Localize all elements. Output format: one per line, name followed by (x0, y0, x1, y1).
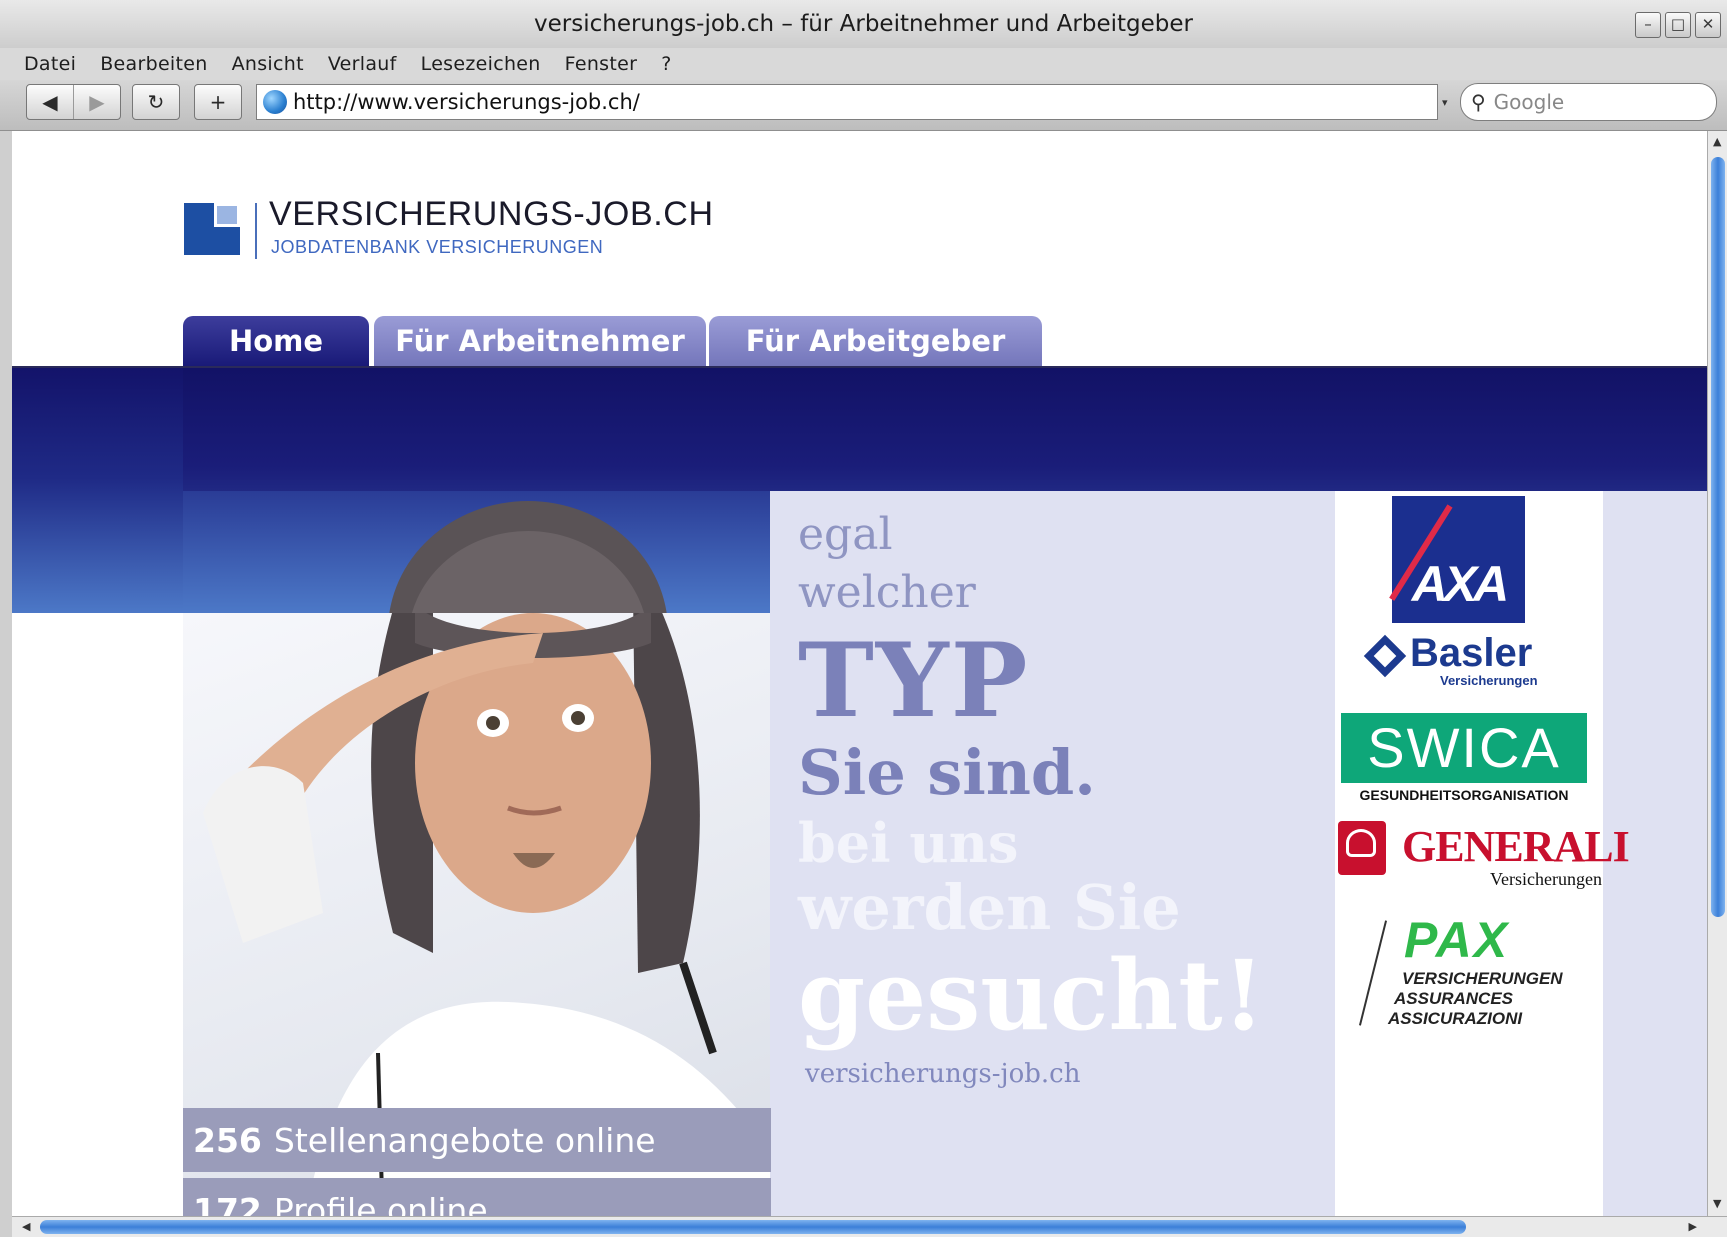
pax-logo-text: PAX (1404, 912, 1510, 968)
slogan-line-2: welcher (798, 567, 976, 618)
minimize-button[interactable]: – (1635, 12, 1661, 38)
reload-group: ↻ (132, 84, 180, 120)
new-tab-group: + (194, 84, 242, 120)
new-tab-button[interactable]: + (195, 85, 241, 119)
basler-logo-text: Basler (1410, 631, 1533, 675)
menu-ansicht[interactable]: Ansicht (232, 53, 304, 75)
pax-logo-subtext-3: ASSICURAZIONI (1388, 1009, 1523, 1028)
address-bar[interactable]: http://www.versicherungs-job.ch/ (256, 84, 1438, 120)
horizontal-scroll-thumb[interactable] (40, 1220, 1466, 1234)
url-dropdown-icon[interactable]: ▾ (1442, 96, 1448, 109)
reload-button[interactable]: ↻ (133, 85, 179, 119)
search-icon[interactable]: ⚲ (1471, 90, 1486, 114)
site-logo-title[interactable]: VERSICHERUNGS-JOB.CH (269, 195, 714, 234)
swica-logo-subtext: GESUNDHEITSORGANISATION (1359, 787, 1569, 803)
nav-button-group: ◀ ▶ (26, 84, 121, 120)
tab-fuer-arbeitgeber[interactable]: Für Arbeitgeber (709, 316, 1042, 366)
stat-jobs-online[interactable]: 256 Stellenangebote online (183, 1108, 771, 1172)
scroll-up-icon[interactable]: ▲ (1713, 135, 1721, 148)
basler-logo[interactable]: Basler Versicherungen (1363, 631, 1560, 691)
menu-fenster[interactable]: Fenster (565, 53, 638, 75)
pax-logo-subtext-2: ASSURANCES (1394, 989, 1514, 1008)
menu-datei[interactable]: Datei (24, 53, 76, 75)
window-controls: – □ ✕ (1635, 12, 1721, 38)
stat-jobs-label: Stellenangebote online (273, 1120, 656, 1160)
slogan-line-1: egal (798, 509, 893, 560)
globe-icon (263, 90, 287, 114)
search-placeholder: Google (1493, 90, 1565, 114)
hero-photo-top (183, 491, 771, 613)
slogan-line-5: bei uns (798, 811, 1019, 875)
menu-bearbeiten[interactable]: Bearbeiten (100, 53, 207, 75)
axa-logo-text: AXA (1411, 556, 1510, 612)
slogan-line-3: TYP (798, 621, 1030, 741)
page-viewport: VERSICHERUNGS-JOB.CH JOBDATENBANK VERSIC… (12, 131, 1707, 1216)
logo-divider (255, 203, 257, 259)
stat-profiles-count: 172 (193, 1190, 262, 1217)
back-button[interactable]: ◀ (27, 85, 73, 119)
close-button[interactable]: ✕ (1695, 12, 1721, 38)
swica-logo[interactable]: SWICA GESUNDHEITSORGANISATION (1341, 713, 1587, 803)
pax-logo[interactable]: PAX VERSICHERUNGEN ASSURANCES ASSICURAZI… (1358, 911, 1584, 1031)
generali-logo-subtext: Versicherungen (1490, 869, 1602, 889)
browser-toolbar: ◀ ▶ ↻ + http://www.versicherungs-job.ch/… (0, 80, 1727, 131)
site-logo-subtitle: JOBDATENBANK VERSICHERUNGEN (271, 237, 604, 257)
maximize-button[interactable]: □ (1665, 12, 1691, 38)
site-nav: Home Für Arbeitnehmer Für Arbeitgeber (12, 316, 1707, 368)
generali-logo-text: GENERALI (1402, 822, 1630, 871)
tab-fuer-arbeitnehmer[interactable]: Für Arbeitnehmer (374, 316, 706, 366)
tab-home[interactable]: Home (183, 316, 369, 366)
axa-logo[interactable]: AXA (1389, 496, 1525, 623)
vertical-scrollbar[interactable]: ▲ ▼ (1707, 131, 1727, 1216)
slogan-line-6: werden Sie (798, 871, 1181, 944)
slogan-url: versicherungs-job.ch (805, 1059, 1081, 1089)
site-logo-icon[interactable] (184, 203, 240, 255)
scroll-down-icon[interactable]: ▼ (1713, 1197, 1721, 1210)
forward-button[interactable]: ▶ (73, 85, 120, 119)
generali-logo[interactable]: GENERALI Versicherungen (1338, 821, 1630, 891)
vertical-scroll-thumb[interactable] (1711, 157, 1725, 917)
menu-lesezeichen[interactable]: Lesezeichen (421, 53, 541, 75)
pax-logo-subtext-1: VERSICHERUNGEN (1402, 969, 1563, 988)
basler-diamond-icon (1363, 634, 1407, 678)
scroll-left-icon[interactable]: ◀ (22, 1220, 30, 1233)
title-bar: versicherungs-job.ch – für Arbeitnehmer … (0, 0, 1727, 48)
window-title: versicherungs-job.ch – für Arbeitnehmer … (534, 11, 1193, 37)
slogan-line-4: Sie sind. (798, 736, 1096, 809)
pax-divider (1358, 920, 1388, 1026)
scroll-right-icon[interactable]: ▶ (1689, 1220, 1697, 1233)
stat-jobs-count: 256 (193, 1120, 262, 1160)
stat-profiles-label: Profile online (273, 1190, 488, 1217)
menu-verlauf[interactable]: Verlauf (328, 53, 397, 75)
generali-lion-icon (1338, 821, 1386, 875)
fur-hat-icon (389, 501, 667, 613)
swica-logo-text: SWICA (1341, 713, 1587, 783)
slogan-line-7: gesucht! (798, 939, 1265, 1052)
basler-logo-subtext: Versicherungen (1440, 673, 1538, 688)
browser-window: versicherungs-job.ch – für Arbeitnehmer … (0, 0, 1727, 1237)
horizontal-scrollbar[interactable]: ◀ ▶ (12, 1216, 1727, 1237)
menu-help[interactable]: ? (661, 53, 671, 75)
menu-bar: Datei Bearbeiten Ansicht Verlauf Lesezei… (0, 48, 1727, 80)
url-text[interactable]: http://www.versicherungs-job.ch/ (293, 90, 640, 114)
search-field[interactable]: ⚲ Google (1460, 83, 1717, 121)
stat-profiles-online[interactable]: 172 Profile online (183, 1178, 771, 1216)
